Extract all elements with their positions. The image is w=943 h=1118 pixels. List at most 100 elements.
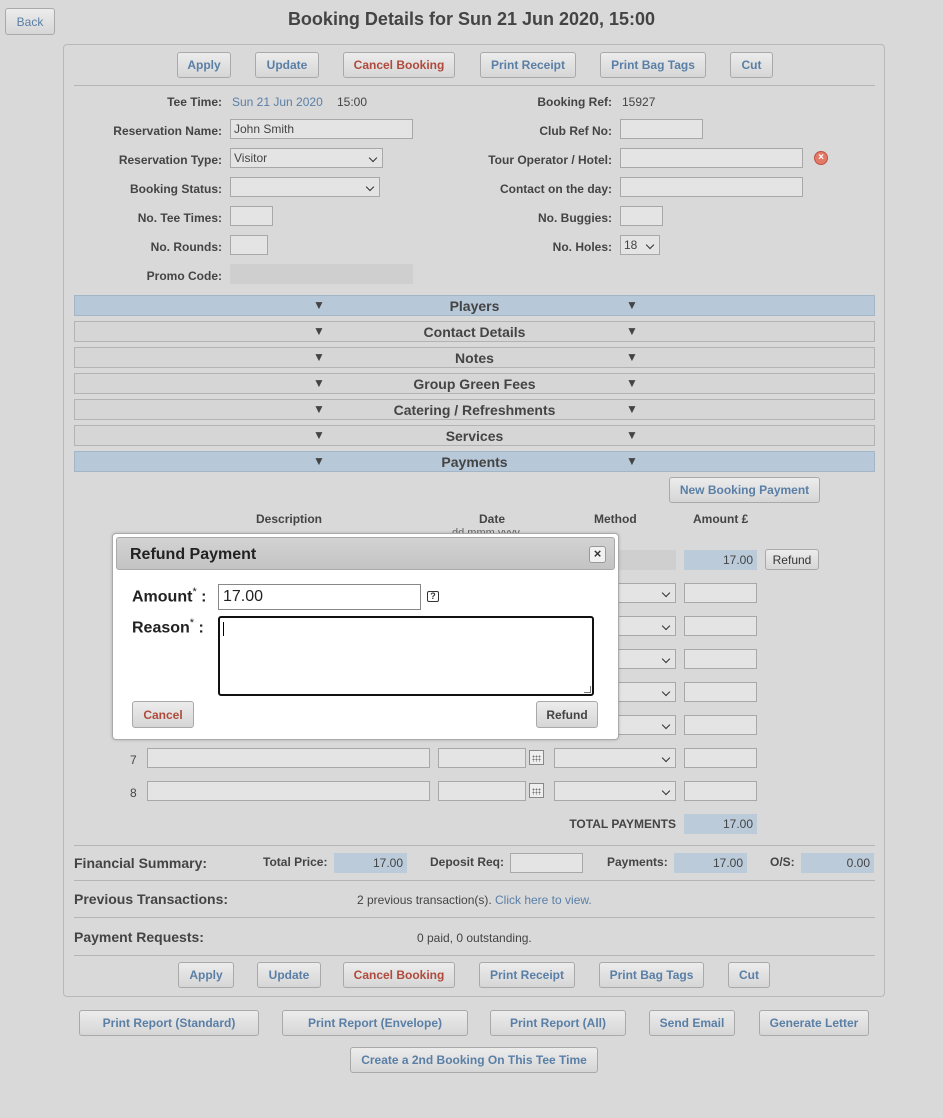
payment-requests-label: Payment Requests: (74, 929, 204, 945)
section-title: Services (445, 428, 504, 444)
payment-amount-3[interactable] (684, 616, 757, 636)
contact-input[interactable] (620, 177, 803, 197)
apply-button[interactable]: Apply (177, 52, 231, 78)
amount-input[interactable]: 17.00 (218, 584, 421, 610)
update-button[interactable]: Update (255, 52, 319, 78)
row-number: 8 (130, 786, 137, 800)
print-bag-tags-button-bottom[interactable]: Print Bag Tags (599, 962, 704, 988)
financial-summary-label: Financial Summary: (74, 855, 208, 871)
booking-status-label: Booking Status: (130, 182, 222, 196)
print-report-standard-button[interactable]: Print Report (Standard) (79, 1010, 259, 1036)
club-ref-input[interactable] (620, 119, 703, 139)
col-amount: Amount £ (693, 512, 749, 526)
refund-row-button[interactable]: Refund (765, 549, 819, 570)
payment-amount-4[interactable] (684, 649, 757, 669)
apply-button-bottom[interactable]: Apply (178, 962, 234, 988)
calendar-icon[interactable] (529, 750, 544, 765)
total-payments-label: TOTAL PAYMENTS (569, 817, 676, 831)
chevron-down-icon: ▼ (626, 402, 638, 416)
section-payments[interactable]: ▼ Payments ▼ (74, 451, 875, 472)
dialog-header: Refund Payment × (116, 537, 615, 570)
cancel-booking-button[interactable]: Cancel Booking (343, 52, 455, 78)
chevron-down-icon: ▼ (626, 376, 638, 390)
payment-date-8[interactable] (438, 781, 526, 801)
club-ref-label: Club Ref No: (539, 124, 612, 138)
chevron-down-icon: ▼ (626, 454, 638, 468)
payment-requests-text: 0 paid, 0 outstanding. (417, 931, 532, 945)
section-title: Notes (455, 350, 494, 366)
payment-amount-2[interactable] (684, 583, 757, 603)
reservation-type-select[interactable]: Visitor (230, 148, 383, 168)
no-buggies-input[interactable] (620, 206, 663, 226)
booking-ref-label: Booking Ref: (537, 95, 612, 109)
no-rounds-input[interactable] (230, 235, 268, 255)
text-cursor (223, 622, 224, 636)
previous-transactions-label: Previous Transactions: (74, 891, 229, 907)
section-group-green-fees[interactable]: ▼ Group Green Fees ▼ (74, 373, 875, 394)
send-email-button[interactable]: Send Email (649, 1010, 735, 1036)
new-booking-payment-button[interactable]: New Booking Payment (669, 477, 820, 503)
help-icon[interactable]: ? (427, 591, 439, 602)
payment-method-7[interactable] (554, 748, 676, 768)
payment-amount-8[interactable] (684, 781, 757, 801)
print-report-all-button[interactable]: Print Report (All) (490, 1010, 626, 1036)
tee-time-label: Tee Time: (167, 95, 222, 109)
amount-label-text: Amount (132, 588, 193, 606)
calendar-icon[interactable] (529, 783, 544, 798)
cut-button-bottom[interactable]: Cut (728, 962, 770, 988)
section-services[interactable]: ▼ Services ▼ (74, 425, 875, 446)
colon: : (198, 619, 204, 637)
section-title: Group Green Fees (413, 376, 536, 392)
generate-letter-button[interactable]: Generate Letter (759, 1010, 869, 1036)
previous-transactions-text: 2 previous transaction(s). (357, 893, 492, 907)
dialog-cancel-button[interactable]: Cancel (132, 701, 194, 728)
payment-description-7[interactable] (147, 748, 430, 768)
contact-label: Contact on the day: (499, 182, 612, 196)
section-contact-details[interactable]: ▼ Contact Details ▼ (74, 321, 875, 342)
no-holes-select[interactable]: 18 (620, 235, 660, 255)
tour-operator-input[interactable] (620, 148, 803, 168)
resize-handle-icon[interactable] (584, 686, 591, 693)
tee-time-time: 15:00 (337, 95, 368, 109)
payment-amount-7[interactable] (684, 748, 757, 768)
section-title: Catering / Refreshments (393, 402, 556, 418)
promo-code-input[interactable] (230, 264, 413, 284)
payment-amount-5[interactable] (684, 682, 757, 702)
reason-textarea[interactable] (218, 616, 594, 696)
create-second-booking-button[interactable]: Create a 2nd Booking On This Tee Time (350, 1047, 598, 1073)
no-buggies-label: No. Buggies: (538, 211, 612, 225)
payment-method-8[interactable] (554, 781, 676, 801)
clear-icon[interactable]: × (814, 151, 828, 165)
col-date: Date (479, 512, 506, 526)
deposit-input[interactable] (510, 853, 583, 873)
close-icon[interactable]: × (589, 546, 606, 563)
cancel-booking-button-bottom[interactable]: Cancel Booking (343, 962, 455, 988)
row-number: 7 (130, 753, 137, 767)
print-bag-tags-button[interactable]: Print Bag Tags (600, 52, 706, 78)
payment-date-7[interactable] (438, 748, 526, 768)
print-receipt-button[interactable]: Print Receipt (480, 52, 576, 78)
dialog-refund-button[interactable]: Refund (536, 701, 598, 728)
print-report-envelope-button[interactable]: Print Report (Envelope) (282, 1010, 468, 1036)
deposit-label: Deposit Req: (430, 855, 505, 869)
no-tee-times-input[interactable] (230, 206, 273, 226)
print-receipt-button-bottom[interactable]: Print Receipt (479, 962, 575, 988)
no-holes-label: No. Holes: (552, 240, 612, 254)
update-button-bottom[interactable]: Update (257, 962, 321, 988)
section-notes[interactable]: ▼ Notes ▼ (74, 347, 875, 368)
divider (74, 880, 875, 881)
page-title: Booking Details for Sun 21 Jun 2020, 15:… (287, 9, 656, 29)
required-mark: * (189, 617, 195, 629)
cut-button[interactable]: Cut (730, 52, 773, 78)
tour-operator-label: Tour Operator / Hotel: (488, 153, 612, 167)
amount-label: Amount* : (132, 586, 207, 606)
reservation-name-input[interactable]: John Smith (230, 119, 413, 139)
section-players[interactable]: ▼ Players ▼ (74, 295, 875, 316)
section-catering[interactable]: ▼ Catering / Refreshments ▼ (74, 399, 875, 420)
col-method: Method (594, 512, 637, 526)
payment-amount-6[interactable] (684, 715, 757, 735)
booking-status-select[interactable] (230, 177, 380, 197)
view-transactions-link[interactable]: Click here to view. (495, 893, 592, 907)
payment-description-8[interactable] (147, 781, 430, 801)
promo-code-label: Promo Code: (146, 269, 222, 283)
